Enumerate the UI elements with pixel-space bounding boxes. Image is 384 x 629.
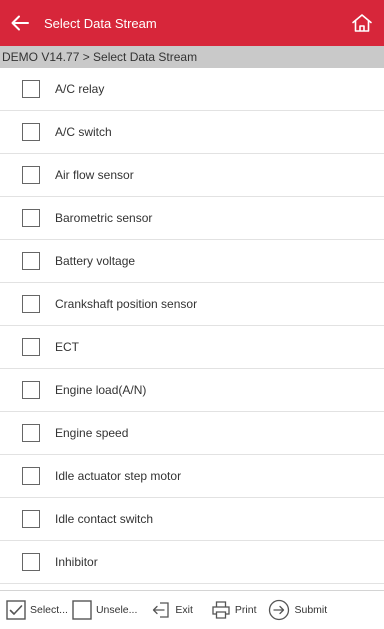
exit-button[interactable]: Exit bbox=[151, 591, 193, 629]
print-label: Print bbox=[234, 604, 257, 616]
list-item-label: Engine speed bbox=[55, 426, 129, 440]
checkbox[interactable] bbox=[22, 166, 40, 184]
list-item-label: ECT bbox=[55, 340, 79, 354]
list-item[interactable]: Engine load(A/N) bbox=[0, 369, 384, 412]
list-item[interactable]: A/C relay bbox=[0, 68, 384, 111]
submit-label: Submit bbox=[294, 604, 328, 616]
list-item-label: Battery voltage bbox=[55, 254, 136, 268]
list-item-label: Idle actuator step motor bbox=[55, 469, 182, 483]
exit-label: Exit bbox=[175, 604, 193, 616]
checkbox[interactable] bbox=[22, 510, 40, 528]
checkbox[interactable] bbox=[22, 295, 40, 313]
checkbox[interactable] bbox=[22, 252, 40, 270]
checked-box-icon bbox=[6, 600, 26, 620]
bottom-toolbar: Select... Unsele... Exit Print Submit bbox=[0, 590, 384, 629]
unselect-all-button[interactable]: Unsele... bbox=[72, 591, 137, 629]
checkbox[interactable] bbox=[22, 123, 40, 141]
checkbox[interactable] bbox=[22, 209, 40, 227]
unselect-all-label: Unsele... bbox=[95, 604, 138, 616]
print-button[interactable]: Print bbox=[211, 591, 257, 629]
list-item-label: A/C relay bbox=[55, 82, 105, 96]
list-item-label: Idle contact switch bbox=[55, 512, 154, 526]
submit-button[interactable]: Submit bbox=[268, 591, 327, 629]
back-button[interactable] bbox=[0, 0, 40, 46]
list-item[interactable]: Crankshaft position sensor bbox=[0, 283, 384, 326]
list-item[interactable]: Engine speed bbox=[0, 412, 384, 455]
list-item[interactable]: A/C switch bbox=[0, 111, 384, 154]
list-item-label: Inhibitor bbox=[55, 555, 98, 569]
data-stream-list: A/C relay A/C switch Air flow sensor Bar… bbox=[0, 68, 384, 584]
list-item[interactable]: Idle actuator step motor bbox=[0, 455, 384, 498]
select-all-label: Select... bbox=[30, 604, 68, 616]
home-icon bbox=[352, 14, 372, 32]
printer-icon bbox=[212, 601, 230, 619]
list-item-label: Crankshaft position sensor bbox=[55, 297, 198, 311]
arrow-circle-right-icon bbox=[269, 599, 290, 621]
list-item[interactable]: ECT bbox=[0, 326, 384, 369]
breadcrumb: DEMO V14.77 > Select Data Stream bbox=[0, 46, 384, 68]
select-all-button[interactable]: Select... bbox=[6, 591, 68, 629]
list-item[interactable]: Air flow sensor bbox=[0, 154, 384, 197]
list-item-label: Barometric sensor bbox=[55, 211, 153, 225]
page-title: Select Data Stream bbox=[44, 15, 157, 31]
home-button[interactable] bbox=[350, 11, 374, 35]
checkbox[interactable] bbox=[22, 424, 40, 442]
checkbox[interactable] bbox=[22, 80, 40, 98]
back-arrow-icon bbox=[11, 15, 29, 31]
list-item[interactable]: Idle contact switch bbox=[0, 498, 384, 541]
checkbox[interactable] bbox=[22, 553, 40, 571]
list-item[interactable]: Battery voltage bbox=[0, 240, 384, 283]
list-item-label: Engine load(A/N) bbox=[55, 383, 147, 397]
list-item-label: A/C switch bbox=[55, 125, 112, 139]
empty-box-icon bbox=[72, 600, 92, 620]
checkbox[interactable] bbox=[22, 467, 40, 485]
list-item-label: Air flow sensor bbox=[55, 168, 134, 182]
checkbox[interactable] bbox=[22, 381, 40, 399]
list-item[interactable]: Inhibitor bbox=[0, 541, 384, 584]
exit-icon bbox=[153, 602, 170, 618]
checkbox[interactable] bbox=[22, 338, 40, 356]
list-item[interactable]: Barometric sensor bbox=[0, 197, 384, 240]
top-bar: Select Data Stream bbox=[0, 0, 384, 46]
